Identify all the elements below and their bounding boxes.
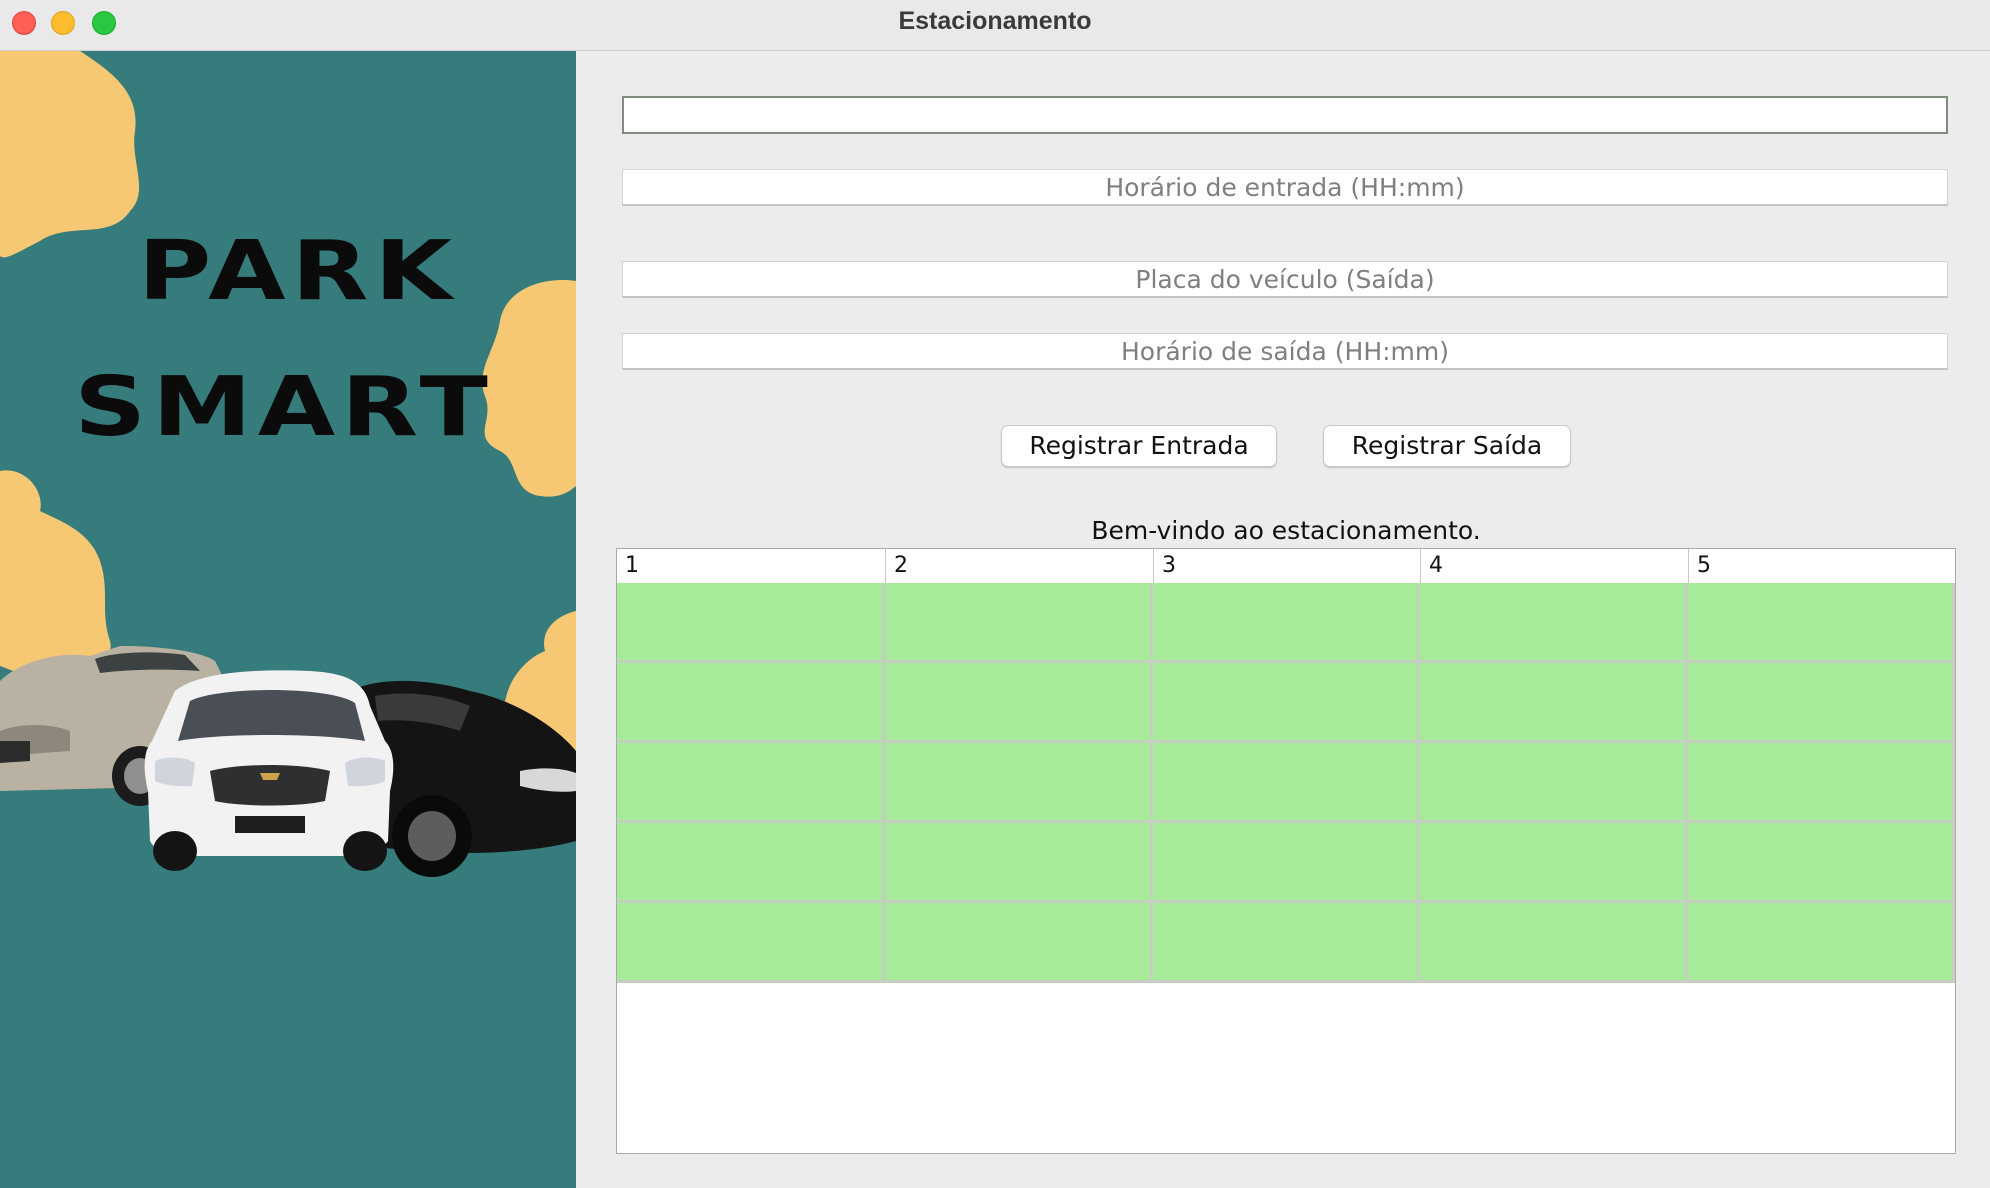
table-row <box>617 663 1955 743</box>
brand-panel: PARK SMART <box>0 51 576 1188</box>
brand-title-park: PARK <box>138 222 458 319</box>
plate-entry-input[interactable] <box>622 96 1948 134</box>
entry-time-input[interactable] <box>622 169 1948 206</box>
column-header[interactable]: 3 <box>1153 549 1420 583</box>
parking-spot-cell[interactable] <box>1688 583 1955 663</box>
parking-spot-cell[interactable] <box>1688 743 1955 823</box>
parking-spot-cell[interactable] <box>1153 743 1420 823</box>
parking-spot-cell[interactable] <box>885 663 1153 743</box>
parking-spots-table[interactable]: 1 2 3 4 5 <box>616 548 1956 1154</box>
parking-spot-cell[interactable] <box>885 583 1153 663</box>
brand-title-smart: SMART <box>74 358 494 455</box>
parking-spot-cell[interactable] <box>885 823 1153 903</box>
column-header[interactable]: 4 <box>1420 549 1688 583</box>
parking-spot-cell[interactable] <box>1420 583 1688 663</box>
register-exit-button[interactable]: Registrar Saída <box>1323 425 1571 467</box>
parking-spot-cell[interactable] <box>1420 823 1688 903</box>
parking-spot-cell[interactable] <box>1688 663 1955 743</box>
parking-spot-cell[interactable] <box>1420 743 1688 823</box>
window-title: Estacionamento <box>898 7 1092 35</box>
parking-spot-cell[interactable] <box>1153 583 1420 663</box>
decorative-blob <box>0 51 140 258</box>
parking-spot-cell[interactable] <box>1420 903 1688 983</box>
table-row <box>617 903 1955 983</box>
parking-spot-cell[interactable] <box>617 583 885 663</box>
parking-spot-cell[interactable] <box>1420 663 1688 743</box>
parking-spot-cell[interactable] <box>1688 903 1955 983</box>
app-window: Estacionamento PARK SMART Horário de ent… <box>0 0 1990 1188</box>
parking-spot-cell[interactable] <box>1153 823 1420 903</box>
status-message: Bem-vindo ao estacionamento. <box>1091 516 1481 545</box>
parking-spot-cell[interactable] <box>1153 663 1420 743</box>
parking-spot-cell[interactable] <box>885 743 1153 823</box>
table-header: 1 2 3 4 5 <box>617 549 1955 584</box>
column-header[interactable]: 1 <box>617 549 885 583</box>
table-row <box>617 823 1955 903</box>
parking-spot-cell[interactable] <box>885 903 1153 983</box>
brand-illustration <box>0 51 576 877</box>
parking-spot-cell[interactable] <box>1153 903 1420 983</box>
column-header[interactable]: 2 <box>885 549 1153 583</box>
decorative-blob <box>0 470 111 678</box>
register-entry-button[interactable]: Registrar Entrada <box>1001 425 1277 467</box>
parking-spot-cell[interactable] <box>617 663 885 743</box>
title-bar: Estacionamento <box>0 0 1990 51</box>
parking-spot-cell[interactable] <box>617 823 885 903</box>
plate-exit-input[interactable] <box>622 261 1948 298</box>
exit-time-input[interactable] <box>622 333 1948 370</box>
parking-spot-cell[interactable] <box>1688 823 1955 903</box>
white-car-illustration <box>144 670 394 871</box>
parking-spot-cell[interactable] <box>617 903 885 983</box>
table-row <box>617 743 1955 823</box>
column-header[interactable]: 5 <box>1688 549 1955 583</box>
table-row <box>617 583 1955 663</box>
parking-spot-cell[interactable] <box>617 743 885 823</box>
